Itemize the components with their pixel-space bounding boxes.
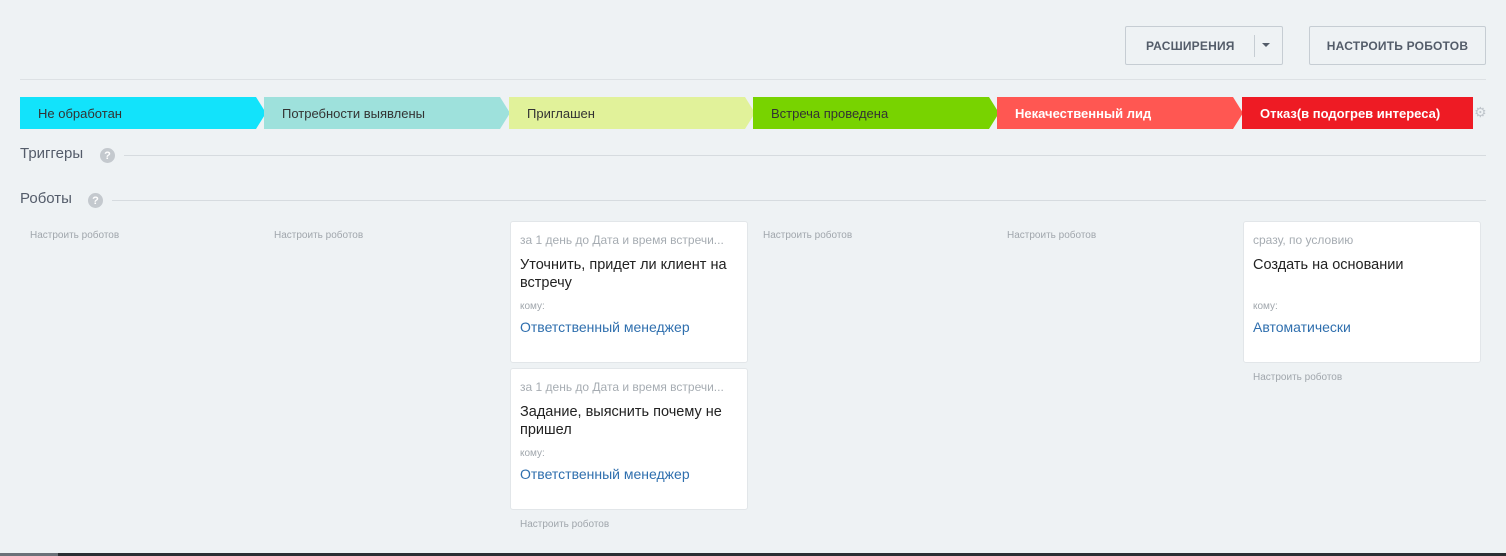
section-title: Триггеры: [20, 145, 84, 162]
robot-name: Уточнить, придет ли клиент на встречу: [520, 257, 727, 291]
stage-bar: Не обработан Потребности выявлены Пригла…: [20, 97, 1487, 129]
stage-label: Потребности выявлены: [282, 105, 425, 121]
chevron-down-icon[interactable]: [1262, 43, 1270, 47]
section-divider: [112, 200, 1486, 201]
stage-label: Отказ(в подогрев интереса): [1260, 105, 1441, 121]
configure-robots-link[interactable]: Настроить роботов: [510, 515, 748, 535]
configure-robots-button[interactable]: НАСТРОИТЬ РОБОТОВ: [1309, 26, 1486, 65]
stage-invited[interactable]: Приглашен: [509, 97, 755, 129]
robot-assignee-link[interactable]: Автоматически: [1253, 319, 1471, 335]
configure-robots-link[interactable]: Настроить роботов: [20, 226, 258, 246]
robot-timing: сразу, по условию: [1253, 233, 1354, 247]
robots-column-needs-identified: Настроить роботов: [264, 226, 502, 246]
robot-to-label: кому:: [520, 448, 545, 459]
robots-column-refusal: сразу, по условию Создать на основании к…: [1243, 221, 1481, 388]
triggers-section: Триггеры ?: [20, 145, 1486, 165]
robots-column-invited: за 1 день до Дата и время встречи... Уто…: [510, 221, 748, 535]
robot-timing: за 1 день до Дата и время встречи...: [520, 380, 724, 394]
help-icon[interactable]: ?: [88, 193, 103, 208]
extensions-label: РАСШИРЕНИЯ: [1146, 38, 1235, 53]
button-divider: [1254, 35, 1255, 57]
stage-label: Не обработан: [38, 105, 122, 121]
stage-not-processed[interactable]: Не обработан: [20, 97, 266, 129]
configure-robots-link[interactable]: Настроить роботов: [997, 226, 1235, 246]
stage-needs-identified[interactable]: Потребности выявлены: [264, 97, 510, 129]
stage-label: Встреча проведена: [771, 105, 889, 121]
robot-name: Задание, выяснить почему не пришел: [520, 404, 722, 438]
extensions-button[interactable]: РАСШИРЕНИЯ: [1125, 26, 1283, 65]
robot-assignee-link[interactable]: Ответственный менеджер: [520, 466, 738, 482]
robot-to-label: кому:: [520, 301, 545, 312]
robot-name: Создать на основании: [1253, 257, 1404, 273]
configure-robots-link[interactable]: Настроить роботов: [1243, 368, 1481, 388]
robot-card[interactable]: сразу, по условию Создать на основании к…: [1243, 221, 1481, 363]
robot-card[interactable]: за 1 день до Дата и время встречи... Зад…: [510, 368, 748, 510]
stage-poor-quality-lead[interactable]: Некачественный лид: [997, 97, 1243, 129]
robots-section: Роботы ?: [20, 190, 1486, 210]
stage-label: Некачественный лид: [1015, 105, 1152, 121]
stage-refusal[interactable]: Отказ(в подогрев интереса): [1242, 97, 1473, 129]
stage-meeting-held[interactable]: Встреча проведена: [753, 97, 999, 129]
robot-to-label: кому:: [1253, 301, 1278, 312]
gear-icon[interactable]: ⚙: [1474, 105, 1487, 119]
robots-column-not-processed: Настроить роботов: [20, 226, 258, 246]
section-title: Роботы: [20, 190, 72, 207]
robot-timing: за 1 день до Дата и время встречи...: [520, 233, 724, 247]
help-icon[interactable]: ?: [100, 148, 115, 163]
configure-robots-link[interactable]: Настроить роботов: [753, 226, 991, 246]
robot-card[interactable]: за 1 день до Дата и время встречи... Уто…: [510, 221, 748, 363]
stage-label: Приглашен: [527, 105, 595, 121]
robots-column-poor-quality-lead: Настроить роботов: [997, 226, 1235, 246]
configure-robots-link[interactable]: Настроить роботов: [264, 226, 502, 246]
robots-column-meeting-held: Настроить роботов: [753, 226, 991, 246]
top-toolbar: РАСШИРЕНИЯ НАСТРОИТЬ РОБОТОВ: [20, 0, 1486, 80]
section-divider: [124, 155, 1486, 156]
robot-assignee-link[interactable]: Ответственный менеджер: [520, 319, 738, 335]
